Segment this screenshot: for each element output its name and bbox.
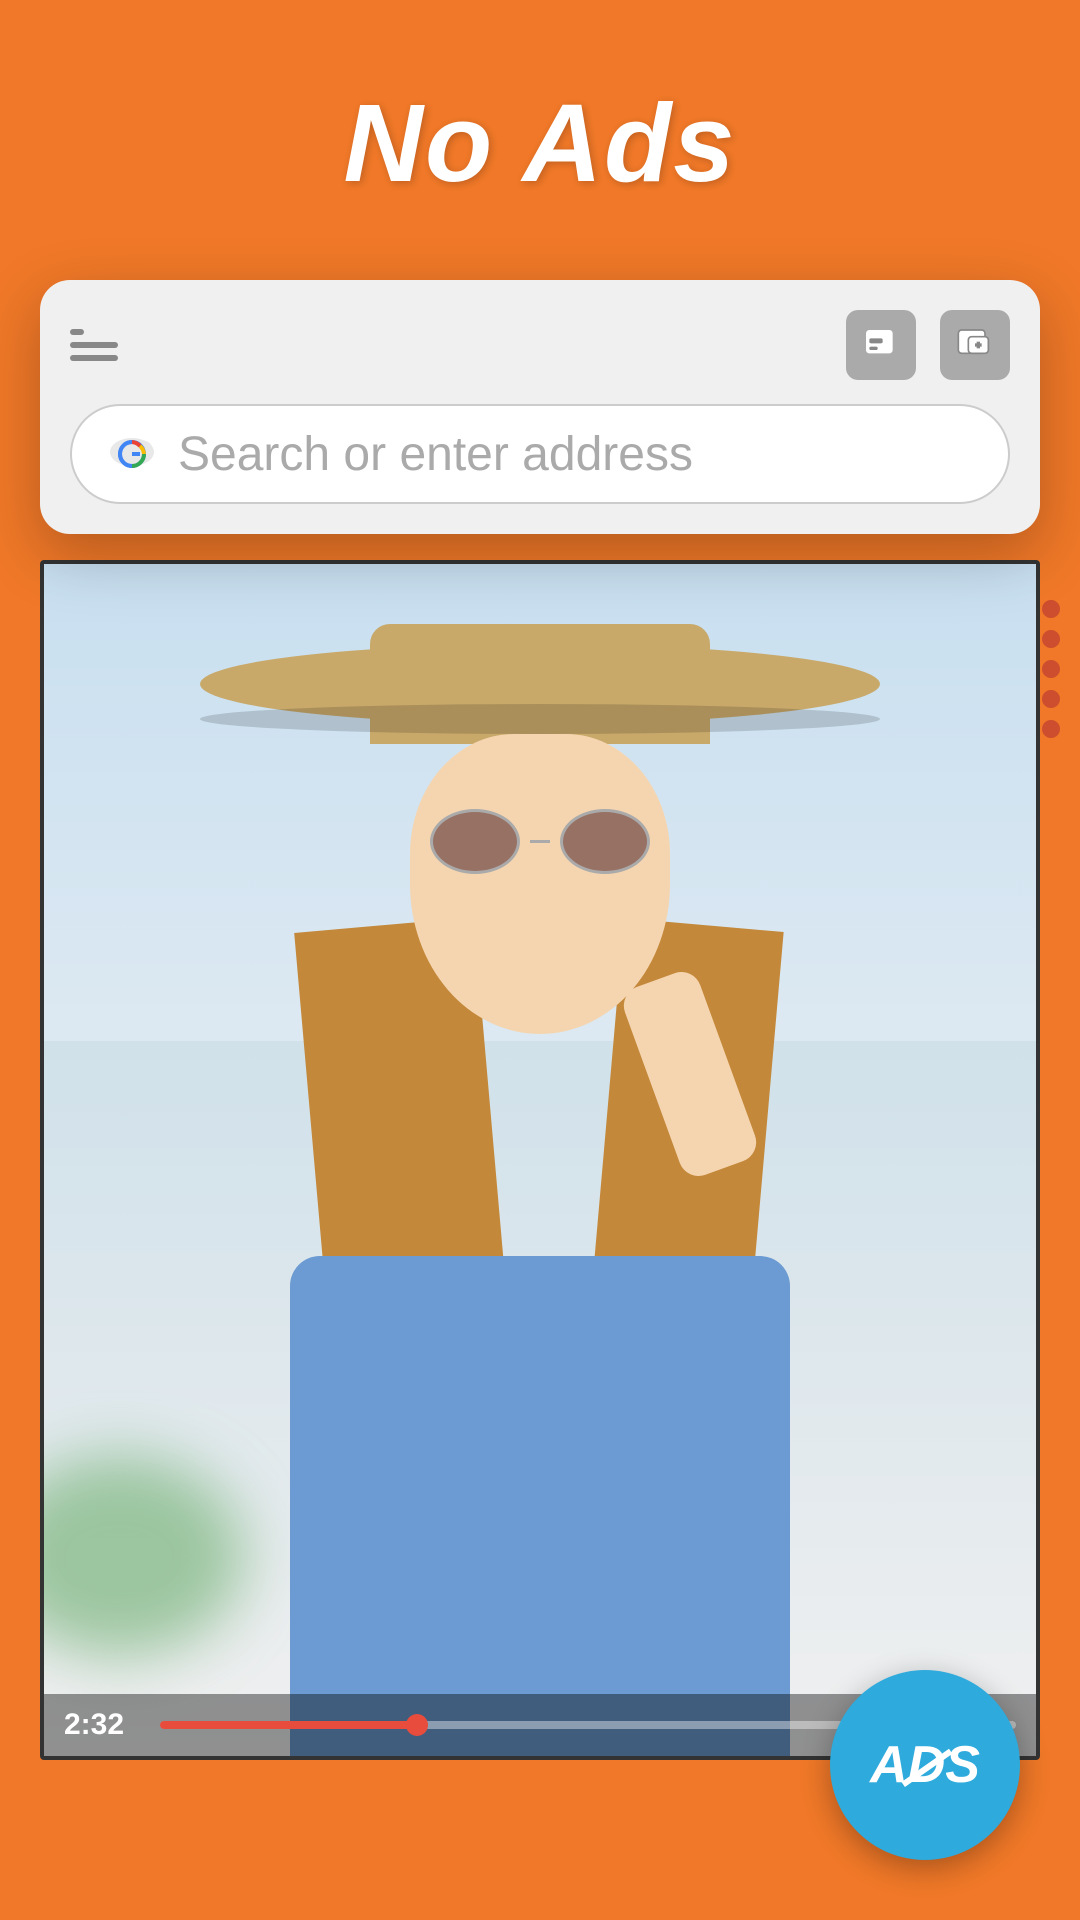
browser-mockup: Search or enter address <box>40 280 1040 534</box>
dot-5 <box>1042 720 1060 738</box>
menu-line-1 <box>70 329 84 335</box>
lens-right <box>560 809 650 874</box>
progress-thumb[interactable] <box>406 1714 428 1736</box>
search-bar[interactable]: Search or enter address <box>70 404 1010 504</box>
hat-shadow <box>200 704 880 734</box>
shirt <box>290 1256 790 1756</box>
toolbar-left <box>70 329 118 361</box>
video-container: 2:32 <box>40 560 1040 1760</box>
menu-line-2 <box>70 342 118 348</box>
browser-toolbar <box>70 310 1010 380</box>
dot-4 <box>1042 690 1060 708</box>
private-tab-button[interactable] <box>846 310 916 380</box>
no-ads-badge-text: A D S <box>870 1739 980 1791</box>
dot-1 <box>1042 600 1060 618</box>
google-search-icon <box>102 424 162 484</box>
menu-button[interactable] <box>70 329 118 361</box>
search-placeholder-text: Search or enter address <box>178 427 693 482</box>
dot-2 <box>1042 630 1060 648</box>
lens-left <box>430 809 520 874</box>
page-title: No Ads <box>0 80 1080 207</box>
person-figure <box>190 624 890 1756</box>
badge-slash-container: D <box>908 1739 946 1791</box>
sunglasses <box>430 809 650 874</box>
no-ads-badge: A D S <box>830 1670 1020 1860</box>
video-timestamp: 2:32 <box>64 1708 144 1742</box>
private-tab-icon <box>861 325 901 365</box>
new-tab-button[interactable] <box>940 310 1010 380</box>
slash-icon <box>901 1749 952 1787</box>
video-content: 2:32 <box>44 564 1036 1756</box>
new-tab-icon <box>955 325 995 365</box>
dot-3 <box>1042 660 1060 678</box>
decorative-dots <box>1042 600 1060 738</box>
progress-fill <box>160 1721 417 1729</box>
menu-line-3 <box>70 355 118 361</box>
header-title-container: No Ads <box>0 80 1080 207</box>
toolbar-right <box>846 310 1010 380</box>
glasses-bridge <box>530 840 550 843</box>
